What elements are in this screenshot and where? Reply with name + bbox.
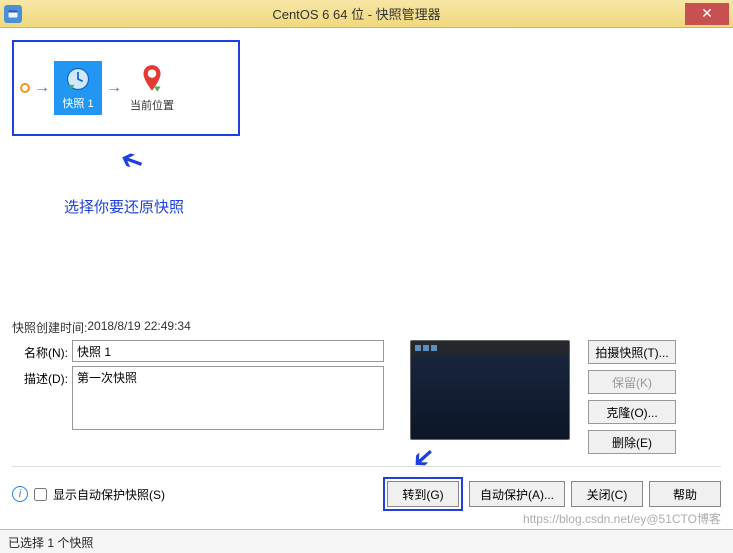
- pin-icon: [139, 63, 165, 95]
- arrow-icon: →: [106, 79, 122, 97]
- desc-label: 描述(D):: [12, 366, 68, 387]
- desc-textarea[interactable]: 第一次快照: [72, 366, 384, 430]
- delete-button[interactable]: 删除(E): [588, 430, 676, 454]
- clock-icon: [64, 65, 92, 93]
- created-value: 2018/8/19 22:49:34: [87, 319, 190, 336]
- status-text: 已选择 1 个快照: [8, 536, 93, 550]
- status-bar: 已选择 1 个快照: [0, 529, 733, 553]
- auto-protect-button[interactable]: 自动保护(A)...: [469, 481, 565, 507]
- screenshot-thumbnail: [410, 340, 570, 440]
- created-time-row: 快照创建时间: 2018/8/19 22:49:34: [12, 319, 721, 336]
- take-snapshot-button[interactable]: 拍摄快照(T)...: [588, 340, 676, 364]
- help-button[interactable]: 帮助: [649, 481, 721, 507]
- name-input[interactable]: [72, 340, 384, 362]
- current-position-node[interactable]: 当前位置: [126, 63, 178, 113]
- annotation-arrow-icon: ➔: [115, 142, 148, 181]
- show-auto-label: 显示自动保护快照(S): [53, 486, 165, 503]
- info-icon[interactable]: i: [12, 486, 28, 502]
- current-node-label: 当前位置: [130, 97, 174, 113]
- keep-button: 保留(K): [588, 370, 676, 394]
- arrow-icon: →: [34, 79, 50, 97]
- close-button[interactable]: 关闭(C): [571, 481, 643, 507]
- form-column: 名称(N): 描述(D): 第一次快照: [12, 340, 392, 434]
- goto-button[interactable]: 转到(G): [387, 481, 459, 507]
- clone-button[interactable]: 克隆(O)...: [588, 400, 676, 424]
- name-label: 名称(N):: [12, 340, 68, 361]
- start-node-icon[interactable]: [20, 83, 30, 93]
- window-title: CentOS 6 64 位 - 快照管理器: [28, 4, 685, 23]
- snapshot-tree: → 快照 1 → 当前位置: [12, 40, 240, 136]
- created-label: 快照创建时间:: [12, 319, 87, 336]
- titlebar: CentOS 6 64 位 - 快照管理器 ✕: [0, 0, 733, 28]
- snapshot-node-label: 快照 1: [62, 95, 93, 111]
- main-panel: → 快照 1 → 当前位置 ➔ 选择你要还原快照 快照创建时间: 2018/8/…: [0, 28, 733, 523]
- annotation-text: 选择你要还原快照: [64, 196, 184, 217]
- goto-highlight: 转到(G): [383, 477, 463, 511]
- bottom-bar: i 显示自动保护快照(S) 转到(G) 自动保护(A)... 关闭(C) 帮助: [12, 466, 721, 511]
- app-icon: [4, 5, 22, 23]
- snapshot-node-selected[interactable]: 快照 1: [54, 61, 102, 115]
- close-icon[interactable]: ✕: [685, 3, 729, 25]
- watermark-text: https://blog.csdn.net/ey@51CTO博客: [523, 510, 721, 527]
- side-buttons-col: 拍摄快照(T)... 保留(K) 克隆(O)... 删除(E): [588, 340, 676, 454]
- show-auto-checkbox[interactable]: [34, 488, 47, 501]
- details-panel: 快照创建时间: 2018/8/19 22:49:34 名称(N): 描述(D):…: [12, 311, 721, 511]
